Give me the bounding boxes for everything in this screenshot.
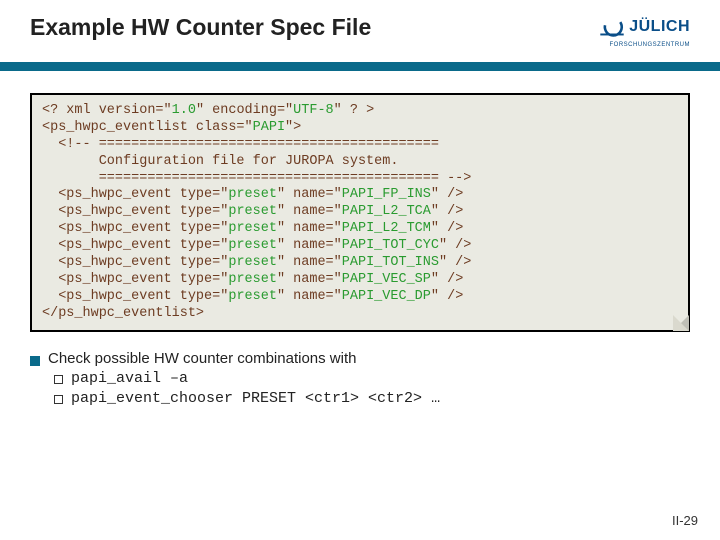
brand-name: JÜLICH xyxy=(629,18,690,36)
square-open-bullet-icon xyxy=(54,395,63,404)
accent-band xyxy=(0,62,720,71)
julich-logo-icon xyxy=(599,14,625,40)
code-block: <? xml version="1.0" encoding="UTF-8" ? … xyxy=(30,93,690,332)
brand-logo: JÜLICH FORSCHUNGSZENTRUM xyxy=(599,14,690,48)
brand-subtext: FORSCHUNGSZENTRUM xyxy=(610,42,691,48)
slide-title: Example HW Counter Spec File xyxy=(30,14,371,41)
command-text: papi_event_chooser xyxy=(71,390,233,407)
square-bullet-icon xyxy=(30,356,40,366)
square-open-bullet-icon xyxy=(54,375,63,384)
sub-bullet-item: papi_avail –a xyxy=(54,369,690,387)
page-number: II-29 xyxy=(672,513,698,528)
bullet-item: Check possible HW counter combinations w… xyxy=(30,350,690,367)
command-text: papi_avail xyxy=(71,370,161,387)
bullet-list: Check possible HW counter combinations w… xyxy=(30,350,690,407)
sub-bullet-item: papi_event_chooser PRESET <ctr1> <ctr2> … xyxy=(54,389,690,407)
bullet-text: Check possible HW counter combinations w… xyxy=(48,350,356,367)
